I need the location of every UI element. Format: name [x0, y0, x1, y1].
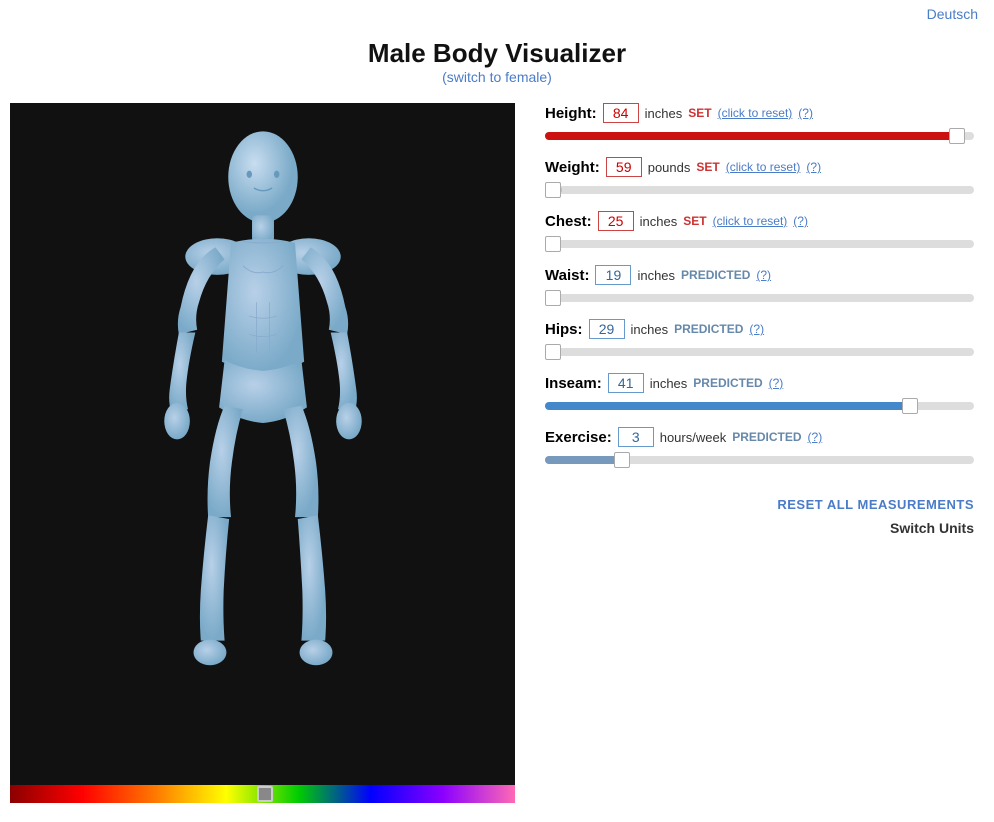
weight-unit: pounds: [648, 160, 691, 175]
waist-status: PREDICTED: [681, 268, 750, 282]
weight-control: Weight: 59 pounds SET (click to reset) (…: [545, 157, 974, 201]
chest-control: Chest: 25 inches SET (click to reset) (?…: [545, 211, 974, 255]
weight-reset-link[interactable]: (click to reset): [726, 160, 801, 174]
inseam-unit: inches: [650, 376, 688, 391]
weight-label: Weight:: [545, 159, 600, 176]
inseam-label: Inseam:: [545, 375, 602, 392]
inseam-slider[interactable]: [545, 397, 974, 415]
hips-slider[interactable]: [545, 343, 974, 361]
body-canvas: [10, 103, 515, 785]
language-link[interactable]: Deutsch: [927, 6, 978, 22]
top-bar: Deutsch: [0, 0, 994, 28]
bottom-buttons: RESET ALL MEASUREMENTS Switch Units: [545, 497, 974, 536]
main-content: Height: 84 inches SET (click to reset) (…: [0, 93, 994, 813]
waist-slider[interactable]: [545, 289, 974, 307]
weight-value[interactable]: 59: [606, 157, 642, 177]
height-label: Height:: [545, 105, 597, 122]
inseam-value[interactable]: 41: [608, 373, 644, 393]
height-status: SET: [688, 106, 711, 120]
chest-unit: inches: [640, 214, 678, 229]
color-bar-thumb[interactable]: [257, 786, 273, 802]
reset-all-button[interactable]: RESET ALL MEASUREMENTS: [777, 497, 974, 512]
exercise-label: Exercise:: [545, 429, 612, 446]
weight-status: SET: [696, 160, 719, 174]
switch-units-button[interactable]: Switch Units: [890, 520, 974, 536]
chest-value[interactable]: 25: [598, 211, 634, 231]
height-slider[interactable]: [545, 127, 974, 145]
waist-value[interactable]: 19: [595, 265, 631, 285]
chest-help-link[interactable]: (?): [793, 214, 808, 228]
height-control: Height: 84 inches SET (click to reset) (…: [545, 103, 974, 147]
body-visualizer-panel: [10, 103, 515, 803]
hips-unit: inches: [631, 322, 669, 337]
controls-panel: Height: 84 inches SET (click to reset) (…: [535, 103, 984, 803]
chest-reset-link[interactable]: (click to reset): [713, 214, 788, 228]
exercise-control: Exercise: 3 hours/week PREDICTED (?): [545, 427, 974, 471]
height-help-link[interactable]: (?): [798, 106, 813, 120]
inseam-status: PREDICTED: [693, 376, 762, 390]
inseam-control: Inseam: 41 inches PREDICTED (?): [545, 373, 974, 417]
hips-control: Hips: 29 inches PREDICTED (?): [545, 319, 974, 363]
height-reset-link[interactable]: (click to reset): [718, 106, 793, 120]
height-value[interactable]: 84: [603, 103, 639, 123]
color-bar[interactable]: [10, 785, 515, 803]
exercise-status: PREDICTED: [732, 430, 801, 444]
hips-status: PREDICTED: [674, 322, 743, 336]
hips-help-link[interactable]: (?): [749, 322, 764, 336]
height-unit: inches: [645, 106, 683, 121]
waist-control: Waist: 19 inches PREDICTED (?): [545, 265, 974, 309]
exercise-slider[interactable]: [545, 451, 974, 469]
exercise-value[interactable]: 3: [618, 427, 654, 447]
inseam-help-link[interactable]: (?): [769, 376, 784, 390]
chest-status: SET: [683, 214, 706, 228]
waist-unit: inches: [637, 268, 675, 283]
exercise-help-link[interactable]: (?): [808, 430, 823, 444]
waist-help-link[interactable]: (?): [756, 268, 771, 282]
hips-value[interactable]: 29: [589, 319, 625, 339]
chest-slider[interactable]: [545, 235, 974, 253]
switch-gender-link[interactable]: (switch to female): [442, 69, 552, 85]
chest-label: Chest:: [545, 213, 592, 230]
weight-help-link[interactable]: (?): [806, 160, 821, 174]
weight-slider[interactable]: [545, 181, 974, 199]
exercise-unit: hours/week: [660, 430, 726, 445]
body-figure-svg: [73, 124, 453, 764]
page-title: Male Body Visualizer: [0, 38, 994, 69]
waist-label: Waist:: [545, 267, 589, 284]
page-header: Male Body Visualizer (switch to female): [0, 28, 994, 93]
hips-label: Hips:: [545, 321, 583, 338]
